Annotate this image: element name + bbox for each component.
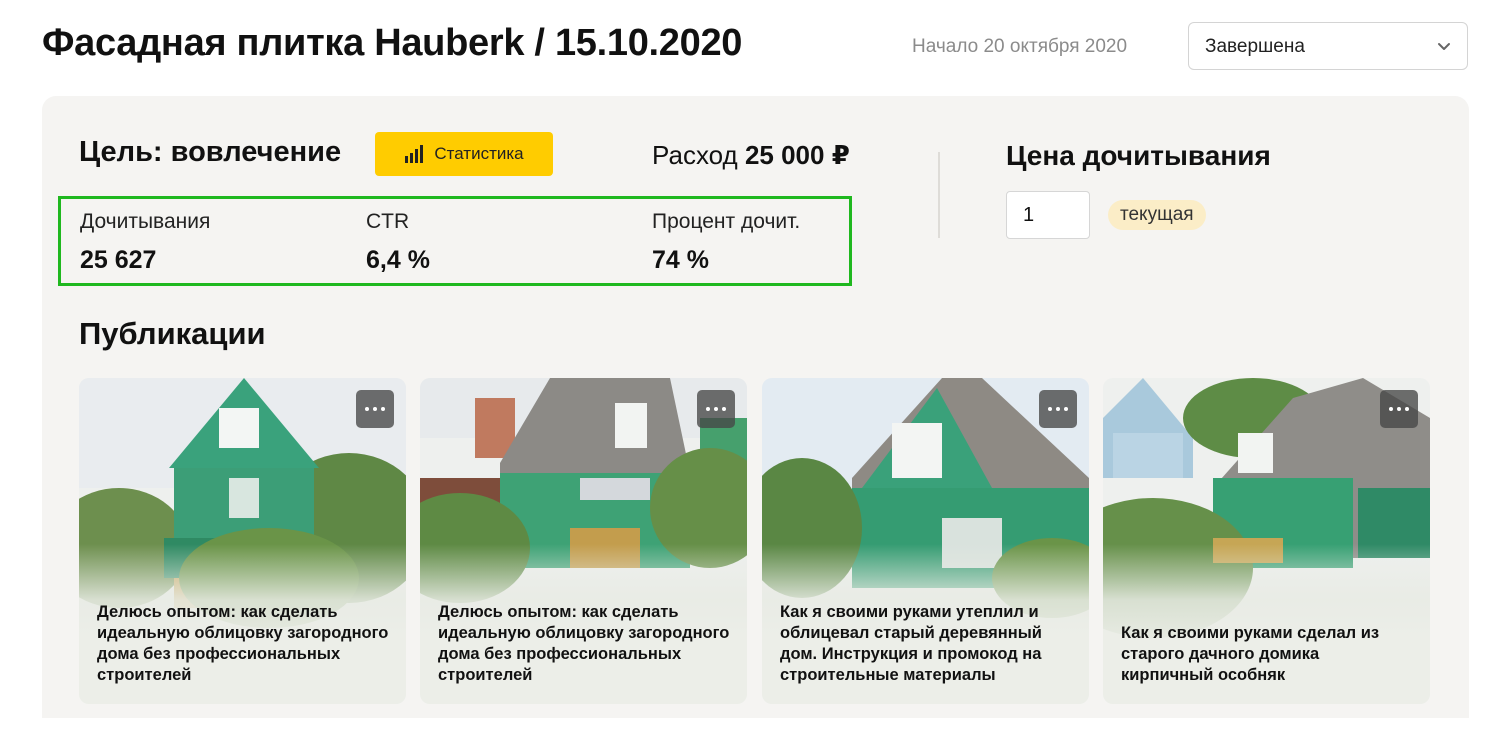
spend-label: Расход — [652, 140, 738, 170]
metric-label: Дочитывания — [80, 210, 211, 233]
more-dots-icon[interactable] — [356, 390, 394, 428]
spend: Расход 25 000 ₽ — [652, 140, 850, 171]
publication-caption: Как я своими руками утеплил и облицевал … — [780, 603, 1042, 684]
goal-title: Цель: вовлечение — [79, 136, 342, 168]
publication-caption: Как я своими руками сделал из старого да… — [1121, 624, 1380, 684]
metric-label: CTR — [366, 210, 410, 233]
metrics-highlight: Дочитывания 25 627 CTR 6,4 % Процент доч… — [58, 196, 852, 286]
metric-reads: Дочитывания 25 627 — [80, 210, 210, 275]
publication-card[interactable]: Как я своими руками сделал из старого да… — [1103, 378, 1430, 704]
chevron-down-icon — [1438, 43, 1450, 50]
publication-card[interactable]: Как я своими руками утеплил и облицевал … — [762, 378, 1089, 704]
metric-value: 74 % — [652, 246, 709, 274]
statistics-button[interactable]: Статистика — [375, 132, 553, 176]
publication-card[interactable]: Делюсь опытом: как сделать идеальную обл… — [420, 378, 747, 704]
start-date: Начало 20 октября 2020 — [912, 36, 1128, 57]
publication-caption: Делюсь опытом: как сделать идеальную обл… — [438, 603, 730, 684]
campaign-panel: Цель: вовлечение Статистика Расход 25 00… — [42, 96, 1469, 718]
vertical-divider — [938, 152, 940, 238]
metric-value: 6,4 % — [366, 246, 430, 274]
page-title: Фасадная плитка Hauberk / 15.10.2020 — [42, 22, 743, 64]
metric-ctr: CTR 6,4 % — [366, 210, 430, 275]
metric-label: Процент дочит. — [652, 210, 801, 233]
spend-value: 25 000 ₽ — [744, 140, 850, 170]
more-dots-icon[interactable] — [1380, 390, 1418, 428]
price-input[interactable]: 1 — [1006, 191, 1090, 239]
publication-caption: Делюсь опытом: как сделать идеальную обл… — [97, 603, 389, 684]
status-select[interactable]: Завершена — [1188, 22, 1468, 70]
statistics-button-label: Статистика — [434, 144, 524, 163]
metric-value: 25 627 — [80, 246, 157, 274]
publications-title: Публикации — [79, 316, 266, 351]
current-badge: текущая — [1108, 200, 1206, 230]
status-select-value: Завершена — [1205, 36, 1305, 57]
price-title: Цена дочитывания — [1006, 140, 1271, 171]
more-dots-icon[interactable] — [697, 390, 735, 428]
bar-chart-icon — [405, 145, 424, 163]
metric-read-percent: Процент дочит. 74 % — [652, 210, 800, 275]
publication-card[interactable]: Делюсь опытом: как сделать идеальную обл… — [79, 378, 406, 704]
more-dots-icon[interactable] — [1039, 390, 1077, 428]
